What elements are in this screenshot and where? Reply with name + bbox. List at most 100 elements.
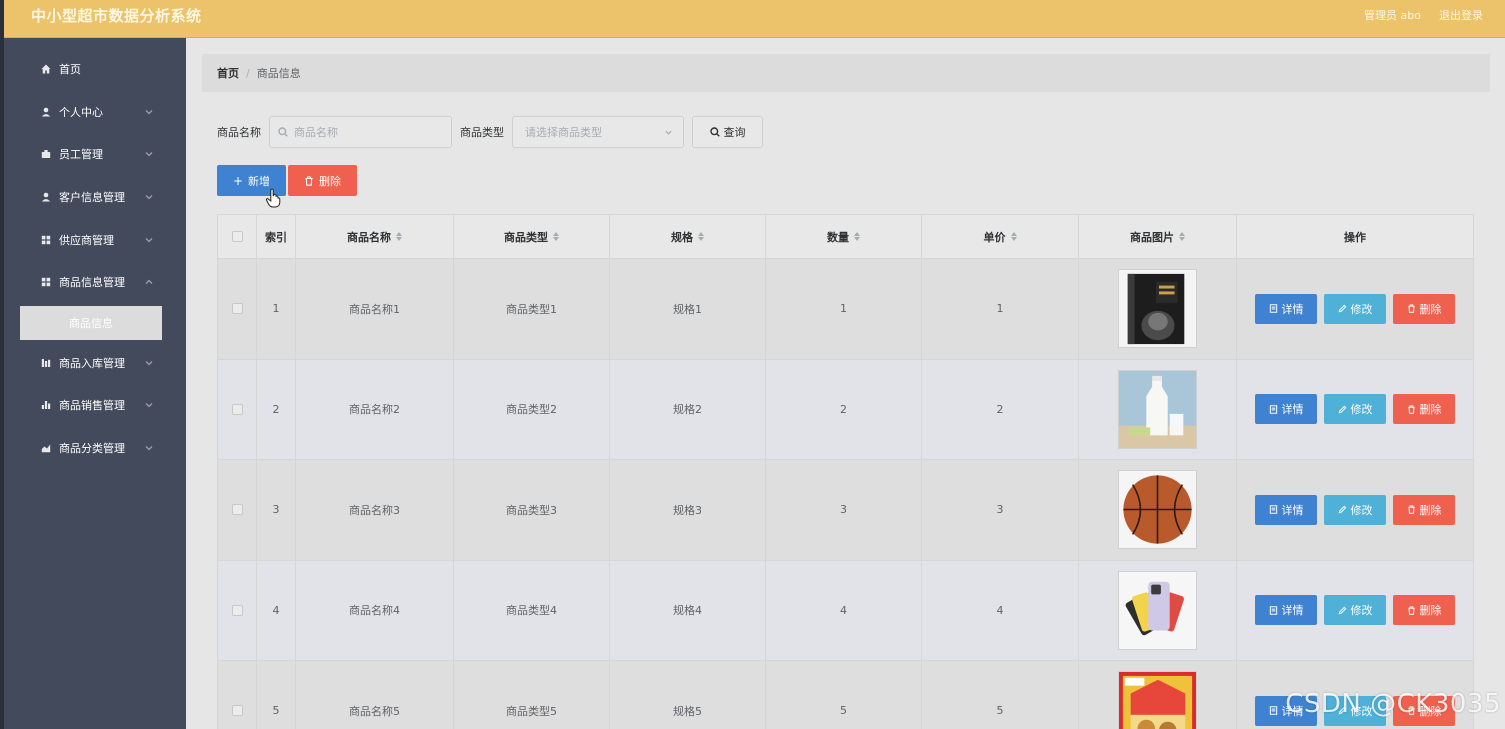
row-checkbox[interactable] xyxy=(231,604,243,616)
sidebar-item-supplier[interactable]: 供应商管理 xyxy=(4,218,186,261)
cell-actions: 详情 修改 删除 xyxy=(1237,360,1473,460)
edit-icon xyxy=(1338,606,1346,615)
cell-name: 商品名称4 xyxy=(296,560,454,660)
user-label[interactable]: 管理员 abo xyxy=(1364,7,1421,23)
hand-cursor-icon xyxy=(265,188,281,208)
row-checkbox[interactable] xyxy=(231,303,243,315)
sidebar-item-sales[interactable]: 商品销售管理 xyxy=(4,384,186,427)
column-header-image[interactable]: 商品图片 xyxy=(1079,215,1237,258)
delete-button[interactable]: 删除 xyxy=(1393,494,1455,525)
product-image-milk[interactable] xyxy=(1118,369,1197,449)
row-checkbox[interactable] xyxy=(231,705,243,717)
delete-button[interactable]: 删除 xyxy=(1393,595,1455,626)
main-content: 首页 / 商品信息 商品名称 商品名称 商品类型 请选择商品类型 查询 + 新增… xyxy=(186,38,1505,729)
cell-name: 商品名称2 xyxy=(296,359,454,459)
action-toolbar: + 新增 删除 xyxy=(217,165,357,196)
bar-chart-icon xyxy=(39,398,53,412)
search-icon xyxy=(278,127,288,137)
row-select-cell xyxy=(218,460,257,560)
detail-label: 详情 xyxy=(1281,302,1304,316)
product-image-snack-box[interactable] xyxy=(1118,671,1197,729)
product-image-basketball[interactable] xyxy=(1118,470,1197,550)
type-search-label: 商品类型 xyxy=(460,126,504,139)
breadcrumb-home[interactable]: 首页 xyxy=(217,65,239,81)
cell-qty: 5 xyxy=(766,661,922,729)
sidebar-item-customer[interactable]: 客户信息管理 xyxy=(4,176,186,219)
column-header-label: 商品图片 xyxy=(1130,230,1174,244)
cell-spec: 规格1 xyxy=(610,259,766,359)
sidebar-item-staff[interactable]: 员工管理 xyxy=(4,133,186,176)
trash-icon xyxy=(305,175,313,186)
detail-button[interactable]: 详情 xyxy=(1255,293,1317,324)
column-header-price[interactable]: 单价 xyxy=(922,215,1079,258)
column-header-label: 商品类型 xyxy=(504,230,548,244)
column-header-type[interactable]: 商品类型 xyxy=(454,215,610,258)
cell-type: 商品类型2 xyxy=(454,359,610,459)
add-button-label: 新增 xyxy=(248,174,271,188)
column-header-spec[interactable]: 规格 xyxy=(610,215,766,258)
sidebar-item-home[interactable]: 首页 xyxy=(4,48,186,91)
sidebar-item-category[interactable]: 商品分类管理 xyxy=(4,427,186,470)
edit-label: 修改 xyxy=(1350,403,1373,417)
chevron-up-icon xyxy=(144,277,154,287)
row-checkbox[interactable] xyxy=(231,403,243,415)
sidebar-item-stock-in[interactable]: 商品入库管理 xyxy=(4,342,186,385)
type-select[interactable]: 请选择商品类型 xyxy=(512,116,684,148)
cell-price: 5 xyxy=(922,661,1079,729)
name-search-input[interactable]: 商品名称 xyxy=(269,116,452,148)
cell-image xyxy=(1079,359,1237,459)
edit-button[interactable]: 修改 xyxy=(1324,494,1386,525)
cell-actions: 详情 修改 删除 xyxy=(1237,460,1473,560)
row-select-cell xyxy=(218,560,257,660)
edit-button[interactable]: 修改 xyxy=(1324,595,1386,626)
select-all-checkbox[interactable] xyxy=(231,231,243,242)
cell-price: 3 xyxy=(922,460,1079,560)
detail-button[interactable]: 详情 xyxy=(1255,595,1317,626)
edit-button[interactable]: 修改 xyxy=(1324,293,1386,324)
sidebar-subitem-product-info[interactable]: 商品信息 xyxy=(20,305,162,340)
trash-icon xyxy=(1407,304,1415,314)
query-button[interactable]: 查询 xyxy=(692,116,763,148)
briefcase-icon xyxy=(39,147,53,161)
grid-icon xyxy=(39,275,53,289)
sidebar-item-personal[interactable]: 个人中心 xyxy=(4,91,186,134)
cell-index: 2 xyxy=(257,359,296,459)
column-header-name[interactable]: 商品名称 xyxy=(296,215,454,258)
product-image-phones[interactable] xyxy=(1118,570,1197,650)
cell-spec: 规格4 xyxy=(610,560,766,660)
home-icon xyxy=(39,62,53,76)
chevron-down-icon xyxy=(144,443,154,453)
delete-button[interactable]: 删除 xyxy=(1393,293,1455,324)
name-search-placeholder: 商品名称 xyxy=(294,126,338,139)
column-header-qty[interactable]: 数量 xyxy=(766,215,922,258)
document-icon xyxy=(1269,605,1277,615)
detail-button[interactable]: 详情 xyxy=(1255,494,1317,525)
trash-icon xyxy=(1407,606,1415,615)
detail-label: 详情 xyxy=(1281,403,1304,417)
detail-button[interactable]: 详情 xyxy=(1255,394,1317,425)
row-checkbox[interactable] xyxy=(231,504,243,516)
sidebar-item-product-info[interactable]: 商品信息管理 xyxy=(4,261,186,304)
cell-name: 商品名称3 xyxy=(296,460,454,560)
edit-button[interactable]: 修改 xyxy=(1324,394,1386,425)
logout-link[interactable]: 退出登录 xyxy=(1439,7,1483,23)
breadcrumb: 首页 / 商品信息 xyxy=(202,54,1490,92)
product-image-book[interactable] xyxy=(1118,269,1197,349)
batch-delete-button[interactable]: 删除 xyxy=(288,165,357,196)
column-header-label: 规格 xyxy=(671,230,693,244)
detail-label: 详情 xyxy=(1281,503,1304,517)
sidebar-item-label: 个人中心 xyxy=(59,105,103,119)
edit-icon xyxy=(1338,304,1346,313)
cell-spec: 规格2 xyxy=(610,359,766,459)
sidebar-item-label: 商品销售管理 xyxy=(59,399,125,413)
user-icon xyxy=(39,190,53,204)
sort-icon xyxy=(1179,232,1185,241)
delete-button[interactable]: 删除 xyxy=(1393,394,1455,425)
edit-label: 修改 xyxy=(1350,503,1373,517)
cell-index: 5 xyxy=(257,661,296,729)
breadcrumb-separator: / xyxy=(246,66,250,80)
edit-label: 修改 xyxy=(1350,604,1373,618)
edit-icon xyxy=(1338,405,1346,414)
chevron-down-icon xyxy=(665,130,672,135)
chevron-down-icon xyxy=(144,107,154,117)
